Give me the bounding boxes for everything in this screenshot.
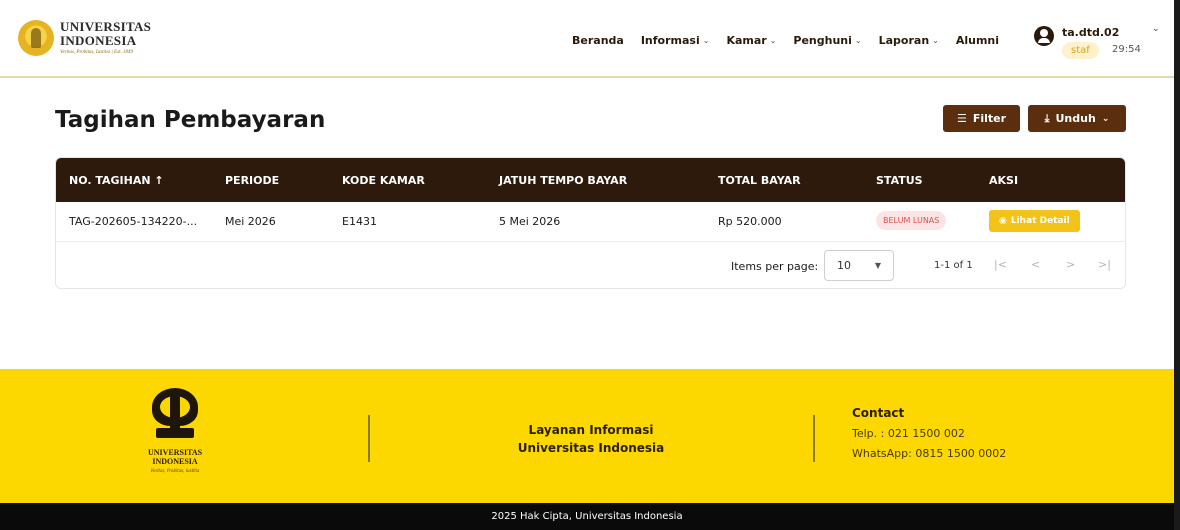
contact-whatsapp[interactable]: WhatsApp: 0815 1500 0002 [852,444,1006,464]
sort-ascending-icon: ↑ [154,174,164,187]
footer-contact: Contact Telp. : 021 1500 002 WhatsApp: 0… [852,406,1006,464]
nav-laporan[interactable]: Laporan ⌄ [879,34,939,47]
footer: UNIVERSITAS INDONESIA Veritas, Probitas,… [0,369,1174,503]
column-header-total-bayar: TOTAL BAYAR [718,174,801,187]
footer-service: Layanan Informasi Universitas Indonesia [491,421,691,457]
nav-beranda[interactable]: Beranda [572,34,624,47]
billing-table: NO. TAGIHAN ↑ PERIODE KODE KAMAR JATUH T… [55,157,1126,289]
role-badge: staf [1062,42,1099,59]
nav-beranda-label: Beranda [572,34,624,47]
view-detail-button[interactable]: ◉ Lihat Detail [989,210,1080,232]
filter-icon: ☰ [956,112,967,125]
column-header-status: STATUS [876,174,923,187]
cell-total-bayar: Rp 520.000 [718,215,782,228]
user-avatar-icon [1034,26,1054,46]
nav-alumni-label: Alumni [955,34,1000,47]
service-line-2: Universitas Indonesia [517,441,665,455]
previous-page-icon[interactable]: < [1031,258,1040,271]
table-row: TAG-202605-134220-... Mei 2026 E1431 5 M… [56,202,1125,242]
column-header-jatuh-tempo: JATUH TEMPO BAYAR [499,174,628,187]
chevron-down-icon: ⌄ [1101,113,1110,124]
eye-icon: ◉ [999,216,1007,226]
chevron-down-icon: ⌄ [702,36,710,45]
nav-informasi[interactable]: Informasi ⌄ [641,34,710,47]
copyright-bar: 2025 Hak Cipta, Universitas Indonesia [0,503,1174,530]
nav-kamar[interactable]: Kamar ⌄ [726,34,776,47]
paginator: Items per page: 10 ▼ 1-1 of 1 |< < > >| [56,242,1125,288]
chevron-down-icon: ⌄ [769,36,777,45]
nav-penghuni-label: Penghuni [793,34,852,47]
ui-logo[interactable]: UNIVERSITAS INDONESIA Veritas, Probitas,… [18,20,151,56]
chevron-down-icon[interactable]: ⌄ [1152,24,1160,34]
cell-no-tagihan: TAG-202605-134220-... [69,215,198,228]
nav-alumni[interactable]: Alumni [956,34,999,47]
column-header-aksi: AKSI [989,174,1019,187]
footer-logo: UNIVERSITAS INDONESIA Veritas, Probitas,… [142,386,208,473]
chevron-down-icon: ⌄ [854,36,862,45]
user-name: ta.dtd.02 [1062,26,1120,39]
footer-divider [813,415,815,462]
logo-text: UNIVERSITAS INDONESIA Veritas, Probitas,… [60,20,151,55]
footer-logo-line-1: UNIVERSITAS [147,448,203,457]
logo-line-1: UNIVERSITAS [60,19,152,34]
last-page-icon[interactable]: >| [1098,258,1111,271]
items-per-page-value: 10 [837,259,851,272]
next-page-icon[interactable]: > [1066,258,1075,271]
table-header: NO. TAGIHAN ↑ PERIODE KODE KAMAR JATUH T… [56,158,1125,202]
logo-line-2: INDONESIA [60,33,137,48]
dropdown-arrow-icon: ▼ [874,261,881,270]
column-header-periode: PERIODE [225,174,280,187]
ui-emblem-icon [146,386,204,444]
nav-penghuni[interactable]: Penghuni ⌄ [793,34,861,47]
page-range-label: 1-1 of 1 [934,260,973,271]
session-timer: 29:54 [1112,44,1141,55]
footer-divider [368,415,370,462]
column-label: NO. TAGIHAN [69,174,151,187]
cell-jatuh-tempo: 5 Mei 2026 [499,215,561,228]
service-line-1: Layanan Informasi [528,423,654,437]
filter-button[interactable]: ☰ Filter [943,105,1020,132]
top-header: UNIVERSITAS INDONESIA Veritas, Probitas,… [0,0,1174,78]
nav-laporan-label: Laporan [878,34,930,47]
status-badge: BELUM LUNAS [876,211,947,230]
first-page-icon[interactable]: |< [994,258,1007,271]
column-header-kode-kamar: KODE KAMAR [342,174,425,187]
window-edge [1174,0,1180,530]
download-icon: ⤓ [1044,111,1050,125]
footer-logo-line-2: INDONESIA [152,457,198,466]
logo-motto: Veritas, Probitas, Iustitia | Est. 1849 [60,50,133,55]
main-nav: Beranda Informasi ⌄ Kamar ⌄ Penghuni ⌄ Lapo… [572,34,1016,47]
page-title: Tagihan Pembayaran [55,107,326,133]
chevron-down-icon: ⌄ [932,36,939,45]
items-per-page-select[interactable]: 10 ▼ [824,250,894,281]
filter-label: Filter [972,112,1007,125]
cell-kode-kamar: E1431 [342,215,377,228]
ui-emblem-icon [18,20,54,56]
column-header-no-tagihan[interactable]: NO. TAGIHAN ↑ [69,174,164,187]
contact-phone[interactable]: Telp. : 021 1500 002 [852,424,1006,444]
footer-logo-motto: Veritas, Probitas, Iustitia [150,468,200,473]
nav-informasi-label: Informasi [640,34,700,47]
download-label: Unduh [1055,112,1096,125]
items-per-page-label: Items per page: [731,260,819,273]
view-detail-label: Lihat Detail [1010,216,1070,226]
cell-periode: Mei 2026 [225,215,276,228]
nav-kamar-label: Kamar [726,34,767,47]
download-button[interactable]: ⤓ Unduh ⌄ [1028,105,1126,132]
contact-title: Contact [852,406,905,420]
